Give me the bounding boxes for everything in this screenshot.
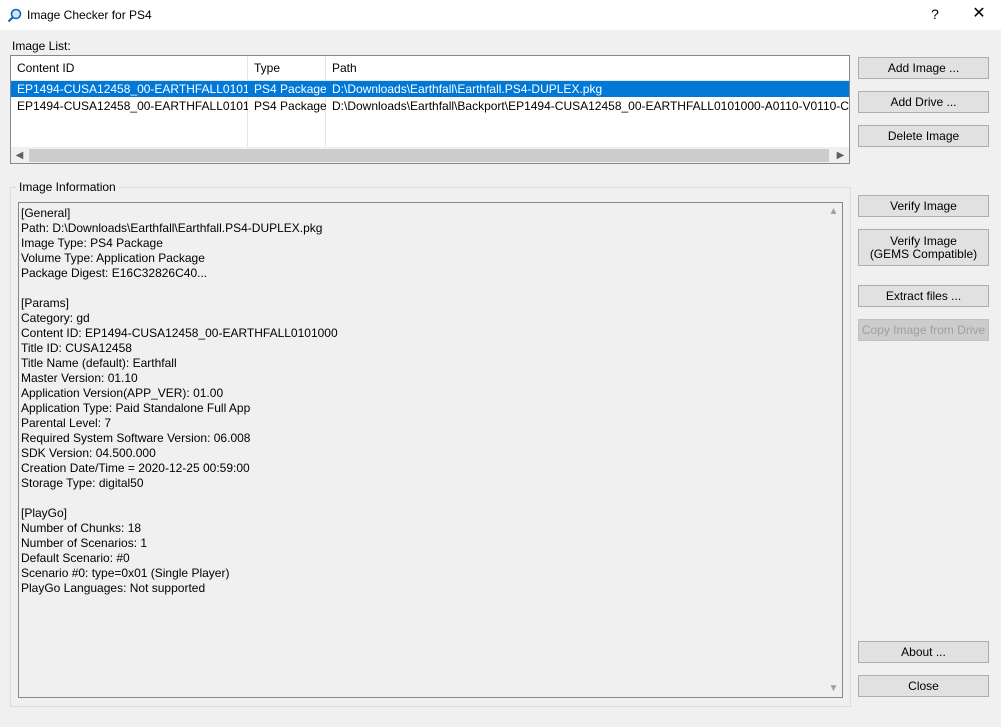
row-content-id: EP1494-CUSA12458_00-EARTHFALL0101000 bbox=[17, 99, 248, 113]
add-image-button[interactable]: Add Image ... bbox=[858, 57, 989, 79]
title-bar: Image Checker for PS4 ? ✕ bbox=[0, 0, 1001, 30]
table-row[interactable]: EP1494-CUSA12458_00-EARTHFALL0101000 PS4… bbox=[11, 98, 849, 114]
column-header-content-id[interactable]: Content ID bbox=[11, 56, 248, 80]
row-type: PS4 Package bbox=[254, 82, 326, 96]
close-button[interactable]: Close bbox=[858, 675, 989, 697]
vertical-scrollbar[interactable]: ▲ ▼ bbox=[825, 203, 842, 697]
verify-image-gems-line2: (GEMS Compatible) bbox=[869, 246, 978, 261]
horizontal-scrollbar[interactable]: ◀ ▶ bbox=[11, 147, 849, 163]
window-title: Image Checker for PS4 bbox=[27, 8, 152, 22]
delete-image-button[interactable]: Delete Image bbox=[858, 125, 989, 147]
image-information-label: Image Information bbox=[16, 180, 119, 194]
scrollbar-thumb[interactable] bbox=[29, 149, 829, 162]
row-type: PS4 Package bbox=[254, 99, 326, 113]
help-button[interactable]: ? bbox=[925, 4, 945, 26]
image-list[interactable]: Content ID Type Path EP1494-CUSA12458_00… bbox=[10, 55, 850, 164]
verify-image-button[interactable]: Verify Image bbox=[858, 195, 989, 217]
image-list-header: Content ID Type Path bbox=[11, 56, 849, 81]
table-row[interactable]: EP1494-CUSA12458_00-EARTHFALL0101000 PS4… bbox=[11, 81, 849, 97]
verify-image-gems-line1: Verify Image bbox=[890, 233, 957, 248]
add-drive-button[interactable]: Add Drive ... bbox=[858, 91, 989, 113]
image-list-label: Image List: bbox=[12, 39, 71, 53]
copy-image-from-drive-button[interactable]: Copy Image from Drive bbox=[858, 319, 989, 341]
image-information-text: [General] Path: D:\Downloads\Earthfall\E… bbox=[21, 206, 338, 595]
column-header-path[interactable]: Path bbox=[326, 56, 849, 80]
scroll-up-icon[interactable]: ▲ bbox=[825, 203, 842, 220]
row-path: D:\Downloads\Earthfall\Backport\EP1494-C… bbox=[332, 99, 850, 113]
scroll-left-icon[interactable]: ◀ bbox=[11, 147, 28, 163]
verify-image-gems-button[interactable]: Verify Image (GEMS Compatible) bbox=[858, 229, 989, 266]
scroll-down-icon[interactable]: ▼ bbox=[825, 680, 842, 697]
app-magnifier-icon bbox=[7, 8, 22, 23]
row-path: D:\Downloads\Earthfall\Earthfall.PS4-DUP… bbox=[332, 82, 603, 96]
column-header-type[interactable]: Type bbox=[248, 56, 326, 80]
extract-files-button[interactable]: Extract files ... bbox=[858, 285, 989, 307]
row-content-id: EP1494-CUSA12458_00-EARTHFALL0101000 bbox=[17, 82, 248, 96]
scroll-right-icon[interactable]: ▶ bbox=[832, 147, 849, 163]
window-close-button[interactable]: ✕ bbox=[968, 4, 990, 26]
about-button[interactable]: About ... bbox=[858, 641, 989, 663]
image-information-textbox[interactable]: [General] Path: D:\Downloads\Earthfall\E… bbox=[18, 202, 843, 698]
